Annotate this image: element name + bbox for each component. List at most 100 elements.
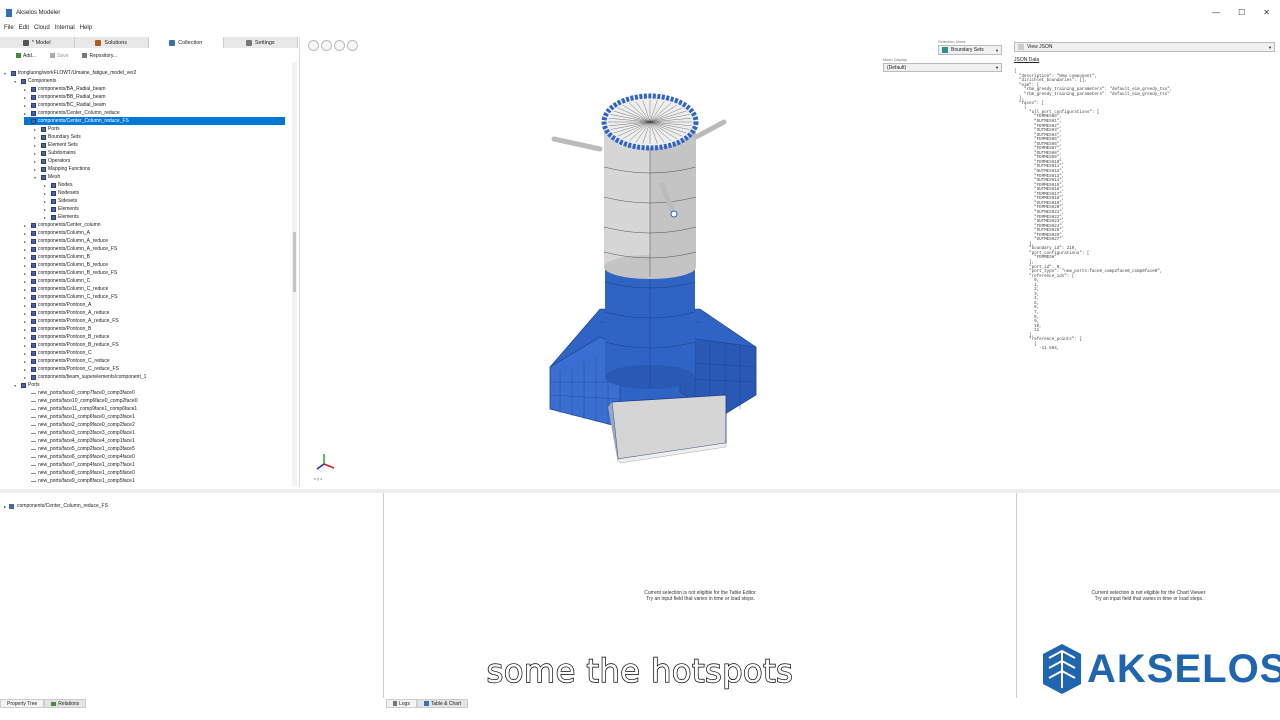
tree-item[interactable]: ▸ components/Column_B	[24, 253, 90, 261]
chevron-right-icon[interactable]: ▸	[34, 151, 39, 156]
tree-scrollbar[interactable]	[292, 62, 297, 486]
tree-item[interactable]: ▸ components/Pontoon_B_reduce_FS	[24, 341, 119, 349]
tab-solutions[interactable]: Solutions	[75, 37, 149, 48]
tree-item[interactable]: ▸ Subdomains	[34, 149, 76, 157]
tree-item[interactable]: ▸ Nodes	[44, 181, 72, 189]
tree-item[interactable]: ▸ components/Pontoon_B	[24, 325, 91, 333]
chevron-right-icon[interactable]: ▸	[34, 135, 39, 140]
tree-item[interactable]: ▸ components/Center_Column_reduce	[24, 109, 120, 117]
chevron-right-icon[interactable]: ▸	[24, 327, 29, 332]
chevron-right-icon[interactable]: ▸	[24, 351, 29, 356]
chevron-right-icon[interactable]: ▸	[44, 199, 49, 204]
menu-file[interactable]: File	[4, 25, 14, 35]
tree-item[interactable]: ▸ Element Sets	[34, 141, 78, 149]
port-tree-item[interactable]: new_ports/face9_comp8face1_comp5face1	[24, 477, 135, 485]
chevron-down-icon[interactable]: ▾	[24, 119, 29, 124]
chevron-right-icon[interactable]: ▸	[24, 319, 29, 324]
tree-item[interactable]: ▸ components/Pontoon_A_reduce_FS	[24, 317, 119, 325]
chevron-right-icon[interactable]: ▸	[44, 207, 49, 212]
chevron-right-icon[interactable]: ▸	[44, 215, 49, 220]
json-text[interactable]: { "description": "New component", "diric…	[1014, 70, 1172, 352]
chevron-right-icon[interactable]: ▸	[24, 359, 29, 364]
minimize-button[interactable]: —	[1212, 8, 1220, 17]
chevron-right-icon[interactable]: ▸	[24, 303, 29, 308]
tree-item[interactable]: ▾ components/Center_Column_reduce_FS	[24, 117, 285, 125]
close-button[interactable]: ✕	[1263, 8, 1270, 17]
chevron-right-icon[interactable]: ▸	[34, 143, 39, 148]
chevron-right-icon[interactable]: ▸	[24, 271, 29, 276]
chevron-right-icon[interactable]: ▸	[24, 311, 29, 316]
tree-item[interactable]: ▸ components/beam_superelements/component…	[24, 373, 146, 381]
tree-item[interactable]: ▸ components/Column_A_reduce	[24, 237, 108, 245]
tree-item[interactable]: ▸ components/Column_B_reduce	[24, 261, 108, 269]
mesh-display-dropdown[interactable]: (Default) ▼	[883, 63, 1002, 72]
tree-item[interactable]: ▸ Nodesets	[44, 189, 79, 197]
repository-button[interactable]: Repository...	[82, 53, 117, 59]
chevron-right-icon[interactable]: ▸	[24, 239, 29, 244]
tree-item[interactable]: ▸ components/Pontoon_A_reduce	[24, 309, 109, 317]
port-tree-item[interactable]: new_ports/face4_comp3face4_comp1face1	[24, 437, 135, 445]
chevron-right-icon[interactable]: ▸	[24, 367, 29, 372]
port-tree-item[interactable]: new_ports/face2_comp9face0_comp2face2	[24, 421, 135, 429]
tree-item[interactable]: ▸ Sidesets	[44, 197, 77, 205]
tab-collection[interactable]: Collection	[149, 37, 224, 48]
chevron-right-icon[interactable]: ▸	[34, 159, 39, 164]
chevron-down-icon[interactable]: ▾	[14, 79, 19, 84]
tree-item[interactable]: ▸ components/Pontoon_A	[24, 301, 91, 309]
tree-item[interactable]: ▸ components/Pontoon_C_reduce	[24, 357, 110, 365]
menu-edit[interactable]: Edit	[19, 25, 29, 35]
chevron-down-icon[interactable]: ▾	[14, 383, 19, 388]
tree-item[interactable]: ▸ Operators	[34, 157, 70, 165]
chevron-down-icon[interactable]: ▾	[4, 71, 9, 76]
tree-item[interactable]: ▸ components/Column_C_reduce_FS	[24, 293, 118, 301]
menu-help[interactable]: Help	[80, 25, 92, 35]
chevron-down-icon[interactable]: ▾	[34, 175, 39, 180]
eye-icon[interactable]	[347, 40, 358, 51]
maximize-button[interactable]: ☐	[1238, 8, 1245, 17]
tree-item[interactable]: ▸ components/Column_C_reduce	[24, 285, 108, 293]
chevron-right-icon[interactable]: ▸	[24, 287, 29, 292]
chevron-right-icon[interactable]: ▸	[24, 263, 29, 268]
tree-item[interactable]: ▾ Components	[14, 77, 56, 85]
chevron-right-icon[interactable]: ▸	[24, 343, 29, 348]
tree-item[interactable]: ▸ components/BC_Radial_beam	[24, 101, 106, 109]
chevron-right-icon[interactable]: ▸	[44, 183, 49, 188]
port-tree-item[interactable]: new_ports/face10_comp6face0_comp2face0	[24, 397, 138, 405]
chevron-right-icon[interactable]: ▸	[24, 103, 29, 108]
chevron-right-icon[interactable]: ▸	[24, 295, 29, 300]
tab-logs[interactable]: Logs	[386, 699, 417, 708]
tree-item[interactable]: ▾ trongluong/workFLOWT/Umaine_fatigue_mod…	[4, 69, 136, 77]
rotate-icon[interactable]	[308, 40, 319, 51]
tab-relations[interactable]: Relations	[44, 699, 87, 708]
chevron-right-icon[interactable]: ▸	[24, 255, 29, 260]
axes-icon[interactable]	[334, 40, 345, 51]
chevron-right-icon[interactable]: ▸	[24, 111, 29, 116]
tree-item[interactable]: ▸ Elements	[44, 213, 79, 221]
tree-item[interactable]: ▸ Ports	[34, 125, 60, 133]
tab-table-chart[interactable]: Table & Chart	[416, 699, 469, 708]
port-tree-item[interactable]: new_ports/face1_comp6face0_comp3face1	[24, 413, 135, 421]
tree-item[interactable]: ▸ components/BA_Radial_beam	[24, 85, 106, 93]
tab-model[interactable]: * Model	[0, 37, 75, 48]
chevron-right-icon[interactable]: ▸	[24, 375, 29, 380]
tree-item[interactable]: ▸ components/Pontoon_C_reduce_FS	[24, 365, 119, 373]
chevron-right-icon[interactable]: ▸	[34, 167, 39, 172]
add-button[interactable]: Add...	[16, 53, 36, 59]
menu-cloud[interactable]: Cloud	[34, 25, 50, 35]
tree-item[interactable]: ▸ components/Pontoon_B_reduce	[24, 333, 109, 341]
chevron-right-icon[interactable]: ▸	[24, 95, 29, 100]
tree-item[interactable]: ▸ components/Column_C	[24, 277, 90, 285]
save-button[interactable]: Save	[50, 53, 68, 59]
chevron-right-icon[interactable]: ▸	[44, 191, 49, 196]
menu-internal[interactable]: Internal	[55, 25, 75, 35]
chevron-right-icon[interactable]: ▸	[24, 231, 29, 236]
tree-item[interactable]: ▾ Mesh	[34, 173, 60, 181]
tree-item[interactable]: ▸ components/Pontoon_C	[24, 349, 92, 357]
view-mode-dropdown[interactable]: View JSON ▼	[1014, 42, 1275, 52]
chevron-right-icon[interactable]: ▸	[24, 223, 29, 228]
port-tree-item[interactable]: new_ports/face8_comp9face1_comp5face0	[24, 469, 135, 477]
port-tree-item[interactable]: new_ports/face3_comp3face3_comp0face1	[24, 429, 135, 437]
chevron-right-icon[interactable]: ▸	[34, 127, 39, 132]
selection-mode-dropdown[interactable]: Boundary Sets ▼	[938, 45, 1002, 55]
tree-item[interactable]: ▸ components/Column_B_reduce_FS	[24, 269, 117, 277]
